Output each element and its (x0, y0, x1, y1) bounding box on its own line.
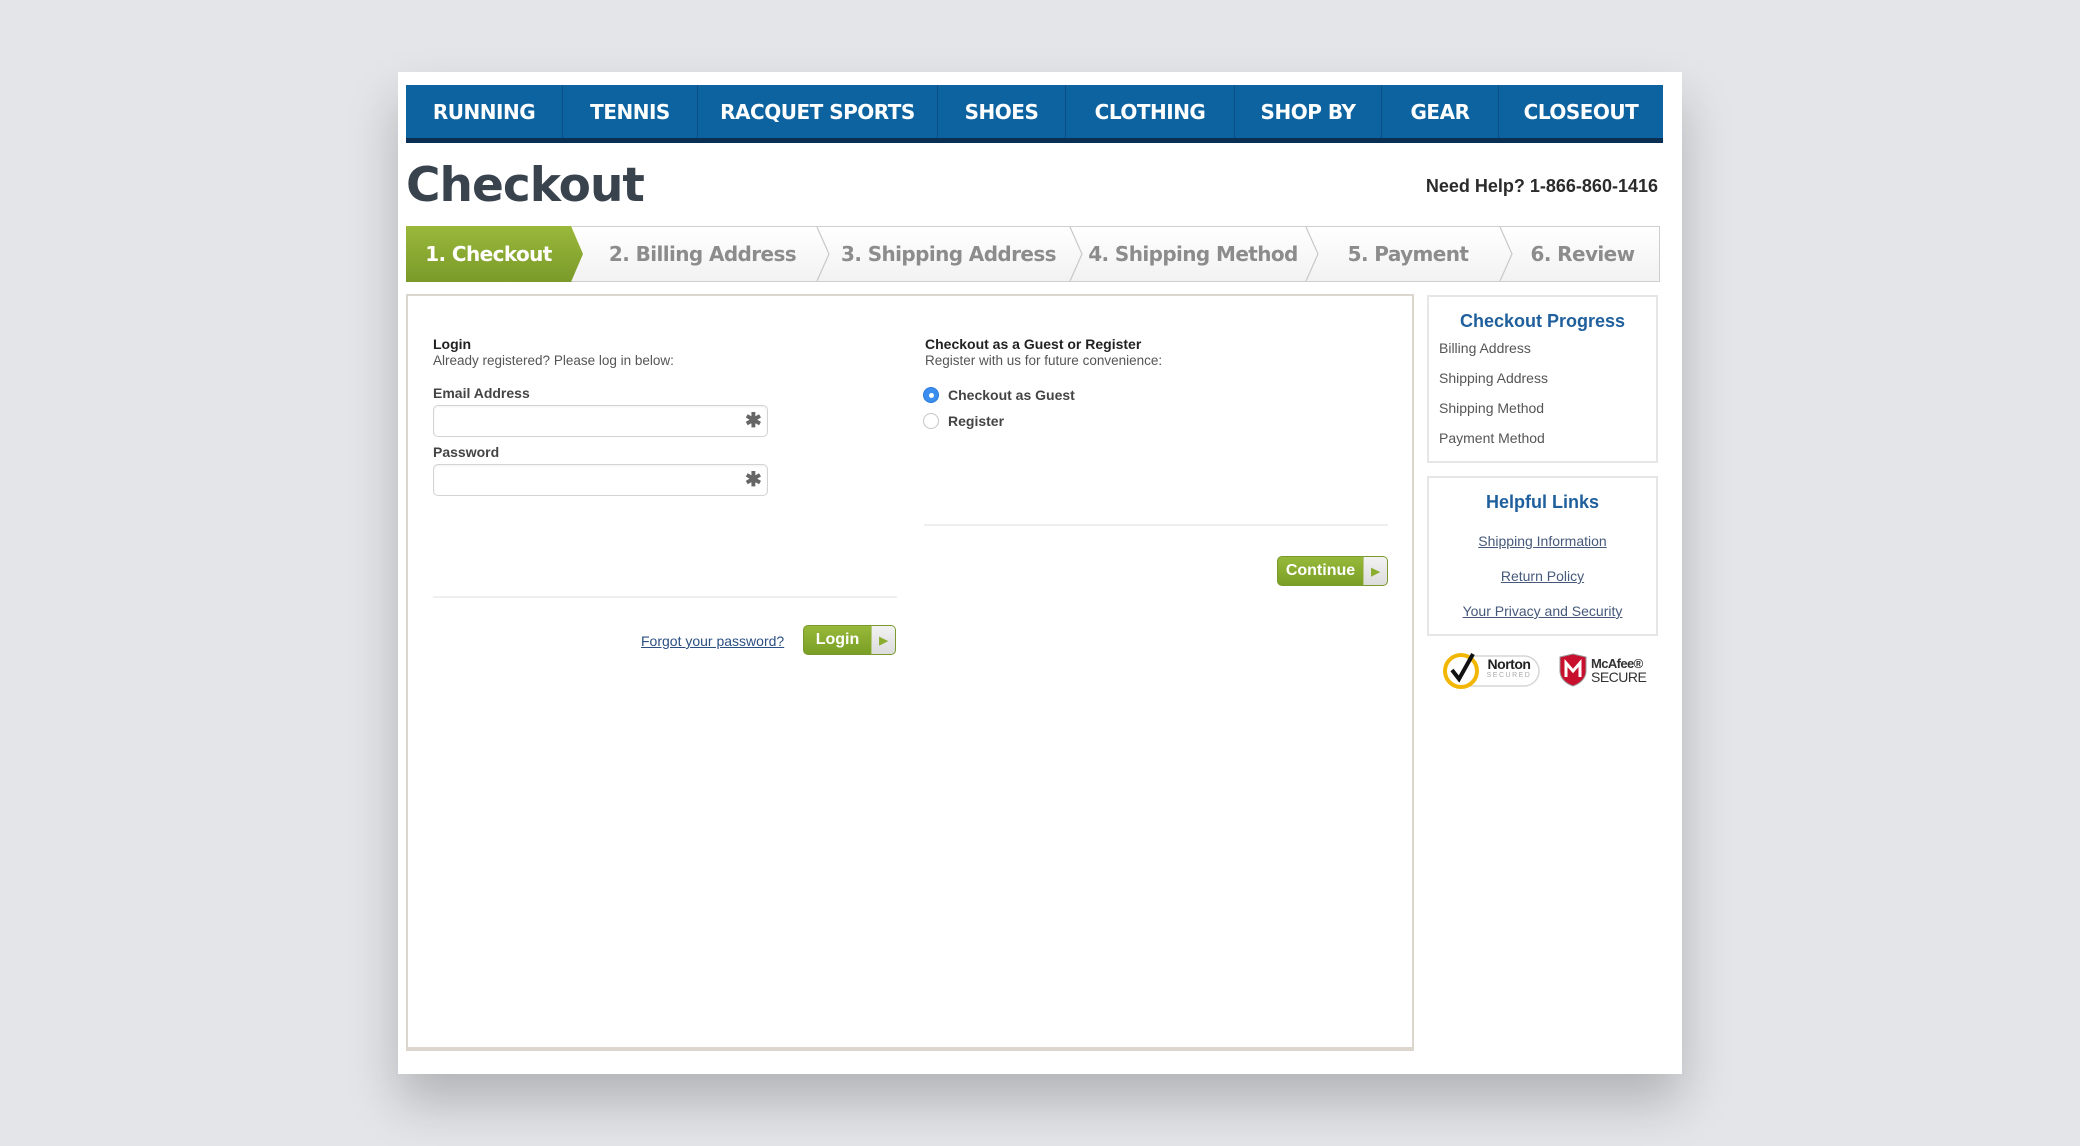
norton-sub-text: SECURED (1486, 672, 1532, 679)
mcafee-sub-text: SECURE (1591, 668, 1647, 685)
continue-button[interactable]: Continue ▶ (1277, 556, 1388, 586)
nav-item-tennis[interactable]: TENNIS (563, 85, 698, 138)
nav-item-racquet-sports[interactable]: RACQUET SPORTS (698, 85, 938, 138)
link-shipping-information[interactable]: Shipping Information (1435, 533, 1650, 549)
step-review[interactable]: 6. Review (1505, 227, 1660, 281)
guest-divider (924, 524, 1388, 526)
required-icon: ✱ (745, 410, 762, 432)
link-return-policy[interactable]: Return Policy (1435, 568, 1650, 584)
norton-badge[interactable]: Norton SECURED (1443, 650, 1541, 690)
mcafee-shield-icon (1559, 653, 1587, 687)
login-subheading: Already registered? Please log in below: (433, 353, 674, 368)
email-label: Email Address (433, 385, 530, 401)
radio-selected-icon[interactable] (923, 387, 939, 403)
mcafee-main-text: McAfee® (1591, 655, 1643, 671)
radio-register[interactable]: Register (923, 413, 1004, 429)
progress-item: Shipping Method (1439, 400, 1545, 416)
radio-checkout-as-guest[interactable]: Checkout as Guest (923, 387, 1075, 403)
progress-item: Payment Method (1439, 430, 1545, 446)
login-button-label: Login (815, 631, 860, 648)
step-checkout[interactable]: 1. Checkout (406, 227, 571, 281)
link-privacy-security[interactable]: Your Privacy and Security (1435, 603, 1650, 619)
login-button[interactable]: Login ▶ (803, 625, 896, 655)
email-field[interactable] (433, 405, 768, 437)
step-shipping-method[interactable]: 4. Shipping Method (1075, 227, 1311, 281)
mcafee-badge[interactable]: McAfee® SECURE (1558, 653, 1647, 687)
progress-item: Billing Address (1439, 340, 1531, 356)
continue-button-label: Continue (1285, 562, 1356, 579)
play-arrow-icon: ▶ (1363, 557, 1387, 585)
norton-main-text: Norton (1487, 656, 1531, 672)
login-heading: Login (433, 336, 472, 352)
help-phone: Need Help? 1-866-860-1416 (1425, 176, 1658, 196)
password-label: Password (433, 444, 500, 460)
required-icon: ✱ (745, 469, 762, 491)
checkout-panel: Login Already registered? Please log in … (406, 294, 1414, 1051)
play-arrow-icon: ▶ (871, 626, 895, 654)
norton-text: Norton SECURED (1481, 656, 1537, 679)
page-title: Checkout (406, 158, 645, 213)
nav-item-closeout[interactable]: CLOSEOUT (1499, 85, 1663, 138)
step-payment[interactable]: 5. Payment (1311, 227, 1505, 281)
guest-heading: Checkout as a Guest or Register (925, 336, 1142, 352)
nav-item-clothing[interactable]: CLOTHING (1066, 85, 1235, 138)
radio-label: Register (948, 413, 1005, 429)
forgot-password-link[interactable]: Forgot your password? (641, 633, 784, 649)
helpful-links-box: Helpful Links Shipping Information Retur… (1427, 476, 1658, 636)
nav-item-running[interactable]: RUNNING (406, 85, 563, 138)
step-shipping-address[interactable]: 3. Shipping Address (822, 227, 1075, 281)
login-divider (433, 596, 897, 598)
nav-item-shop-by[interactable]: SHOP BY (1235, 85, 1382, 138)
checkout-progress-box: Checkout Progress Billing Address Shippi… (1427, 295, 1658, 463)
guest-subheading: Register with us for future convenience: (925, 353, 1163, 368)
mcafee-text: McAfee® SECURE (1591, 655, 1647, 685)
nav-item-shoes[interactable]: SHOES (938, 85, 1066, 138)
radio-label: Checkout as Guest (948, 387, 1075, 403)
radio-unselected-icon[interactable] (923, 413, 939, 429)
checkout-steps: 1. Checkout 2. Billing Address 3. Shippi… (406, 226, 1660, 282)
page-card: RUNNING TENNIS RACQUET SPORTS SHOES CLOT… (398, 72, 1682, 1074)
nav-item-gear[interactable]: GEAR (1382, 85, 1499, 138)
main-nav: RUNNING TENNIS RACQUET SPORTS SHOES CLOT… (406, 85, 1663, 143)
progress-item: Shipping Address (1439, 370, 1548, 386)
helpful-links-title: Helpful Links (1485, 492, 1599, 512)
step-billing-address[interactable]: 2. Billing Address (583, 227, 822, 281)
checkout-progress-title: Checkout Progress (1459, 311, 1626, 331)
password-field[interactable] (433, 464, 768, 496)
